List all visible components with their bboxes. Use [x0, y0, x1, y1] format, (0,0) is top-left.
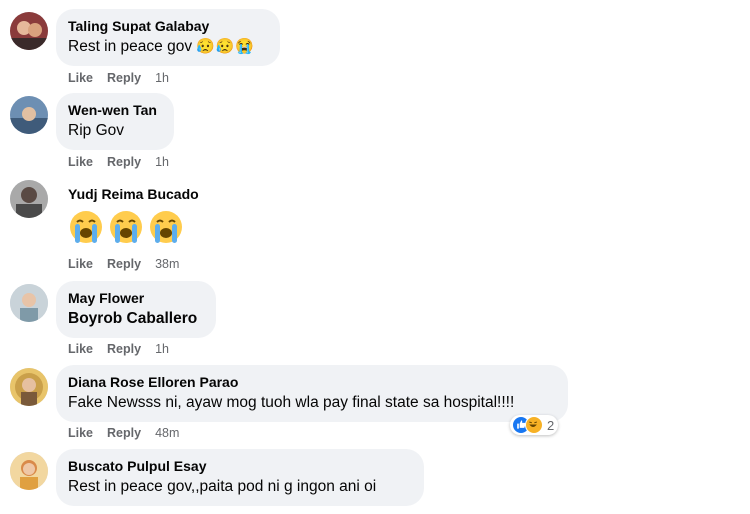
- timestamp[interactable]: 48m: [155, 426, 179, 440]
- comment-author[interactable]: May Flower: [68, 289, 204, 307]
- comment-bubble: Wen-wen Tan Rip Gov: [56, 93, 174, 150]
- timestamp[interactable]: 38m: [155, 257, 179, 271]
- crying-face-icon: [70, 211, 102, 243]
- like-button[interactable]: Like: [68, 71, 93, 85]
- comment-actions: Like Reply 38m: [68, 257, 179, 271]
- crying-emoji-group: [68, 209, 194, 245]
- comment-text: Rest in peace gov 😥😥😭: [68, 38, 256, 55]
- timestamp[interactable]: 1h: [155, 155, 169, 169]
- comment-author[interactable]: Yudj Reima Bucado: [68, 185, 199, 203]
- comment-bubble: Taling Supat Galabay Rest in peace gov 😥😥…: [56, 9, 280, 66]
- comment-actions: Like Reply 1h: [68, 342, 169, 356]
- comment-author[interactable]: Diana Rose Elloren Parao: [68, 373, 556, 391]
- comment-text: Rest in peace gov,,paita pod ni g ingon …: [68, 478, 377, 495]
- reply-button[interactable]: Reply: [107, 342, 141, 356]
- like-button[interactable]: Like: [68, 426, 93, 440]
- reaction-count: 2: [547, 417, 555, 433]
- avatar[interactable]: [10, 12, 48, 50]
- like-button[interactable]: Like: [68, 257, 93, 271]
- timestamp[interactable]: 1h: [155, 71, 169, 85]
- comment-actions: Like Reply 1h: [68, 155, 169, 169]
- sad-emoji-icon: 😥😥😭: [196, 38, 256, 55]
- comment-text: Rip Gov: [68, 122, 124, 139]
- comment-actions: Like Reply 1h: [68, 71, 169, 85]
- reply-button[interactable]: Reply: [107, 155, 141, 169]
- crying-face-icon: [110, 211, 142, 243]
- comment-author[interactable]: Taling Supat Galabay: [68, 17, 268, 35]
- like-button[interactable]: Like: [68, 155, 93, 169]
- crying-face-icon: [150, 211, 182, 243]
- reply-button[interactable]: Reply: [107, 257, 141, 271]
- like-button[interactable]: Like: [68, 342, 93, 356]
- comment-bubble: May Flower Boyrob Caballero: [56, 281, 216, 338]
- reply-button[interactable]: Reply: [107, 71, 141, 85]
- avatar[interactable]: [10, 368, 48, 406]
- avatar[interactable]: [10, 180, 48, 218]
- haha-icon: [525, 416, 543, 434]
- comment-actions: Like Reply 48m: [68, 426, 179, 440]
- comment-bubble: Buscato Pulpul Esay Rest in peace gov,,p…: [56, 449, 424, 506]
- comment-author[interactable]: Wen-wen Tan: [68, 101, 162, 119]
- tagged-name-link[interactable]: Boyrob Caballero: [68, 309, 204, 329]
- comment-text: Fake Newsss ni, ayaw mog tuoh wla pay fi…: [68, 394, 515, 411]
- timestamp[interactable]: 1h: [155, 342, 169, 356]
- reply-button[interactable]: Reply: [107, 426, 141, 440]
- reactions-summary[interactable]: 2: [510, 415, 559, 435]
- comment-bubble: Yudj Reima Bucado: [56, 177, 206, 253]
- avatar[interactable]: [10, 96, 48, 134]
- avatar[interactable]: [10, 452, 48, 490]
- comment-bubble: Diana Rose Elloren Parao Fake Newsss ni,…: [56, 365, 568, 422]
- comment-author[interactable]: Buscato Pulpul Esay: [68, 457, 412, 475]
- avatar[interactable]: [10, 284, 48, 322]
